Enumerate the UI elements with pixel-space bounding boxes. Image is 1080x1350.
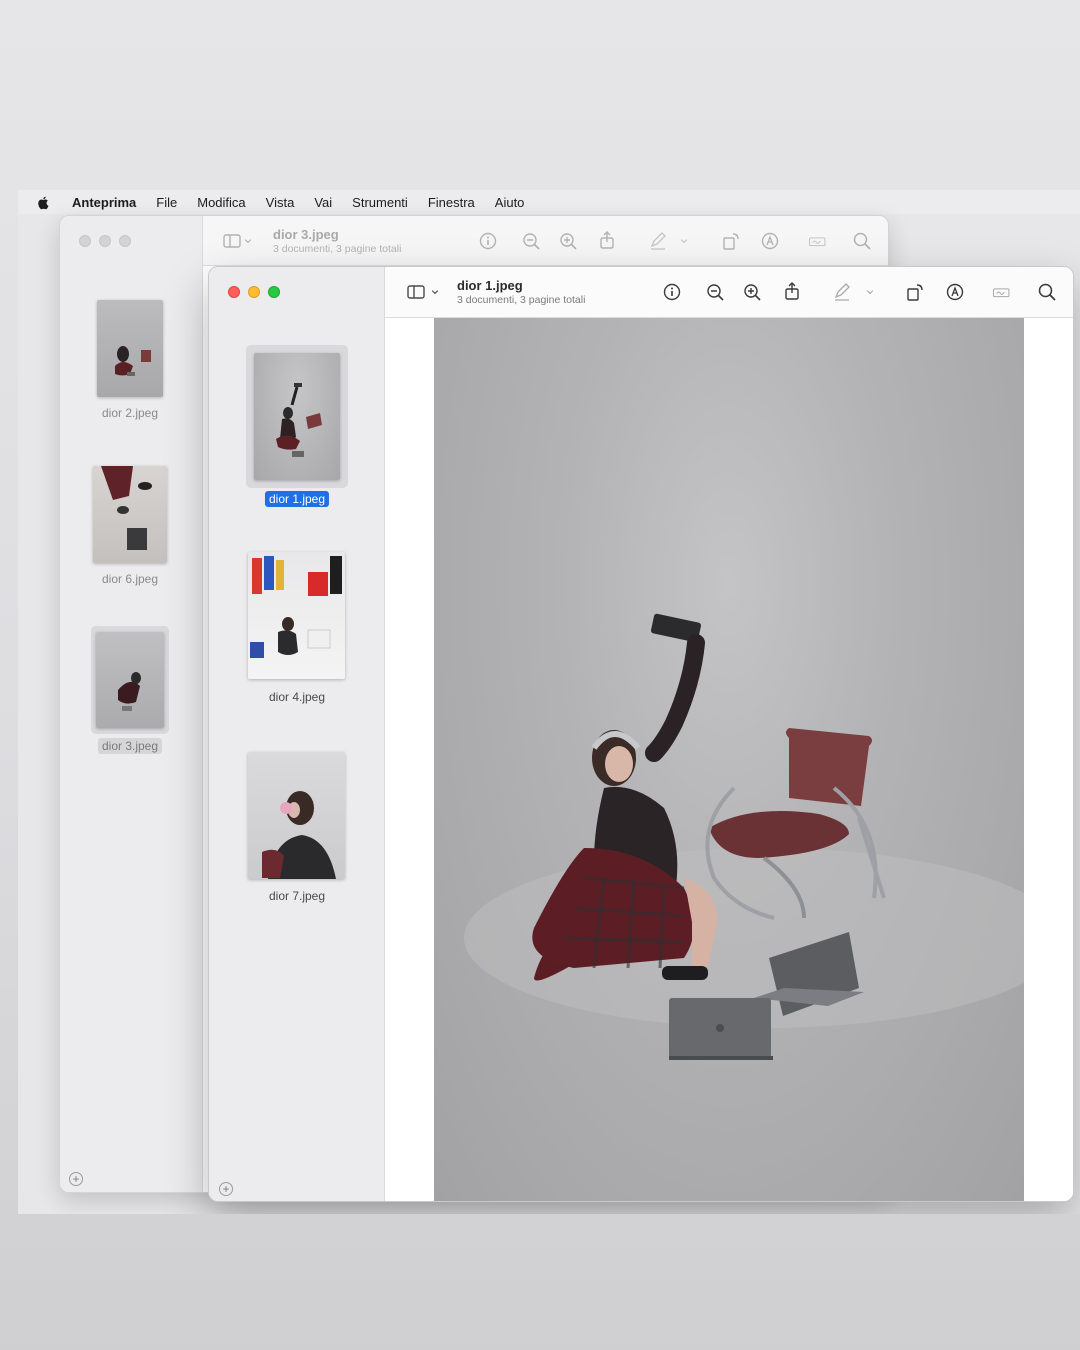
preview-window-front[interactable]: dior 1.jpeg dior 4.jpeg dior 7.jpeg + di… xyxy=(208,266,1074,1202)
chevron-down-icon[interactable] xyxy=(428,281,442,303)
sidebar-icon[interactable] xyxy=(405,281,427,303)
toolbar: dior 1.jpeg 3 documenti, 3 pagine totali xyxy=(385,267,1073,318)
zoom-in-icon[interactable] xyxy=(741,281,763,303)
menu-vai[interactable]: Vai xyxy=(314,195,332,210)
thumbnail-label[interactable]: dior 2.jpeg xyxy=(102,406,158,420)
sidebar-icon[interactable] xyxy=(221,230,243,252)
thumbnail-image[interactable] xyxy=(248,552,345,679)
add-page-button[interactable]: + xyxy=(219,1182,233,1196)
thumbnail-sidebar: dior 1.jpeg dior 4.jpeg dior 7.jpeg + xyxy=(209,267,385,1201)
thumbnail-image[interactable] xyxy=(96,632,164,728)
annotate-icon[interactable] xyxy=(759,230,781,252)
document-title: dior 3.jpeg xyxy=(273,227,339,242)
minimize-button[interactable] xyxy=(248,286,260,298)
thumbnail-figure-icon xyxy=(118,672,141,711)
signature-icon[interactable] xyxy=(989,281,1015,303)
menu-modifica[interactable]: Modifica xyxy=(197,195,245,210)
close-button[interactable] xyxy=(228,286,240,298)
search-icon[interactable] xyxy=(851,230,873,252)
thumbnail-image[interactable] xyxy=(93,466,167,563)
markup-pen-icon[interactable] xyxy=(647,230,669,252)
info-icon[interactable] xyxy=(661,281,683,303)
zoom-button[interactable] xyxy=(268,286,280,298)
menu-aiuto[interactable]: Aiuto xyxy=(495,195,525,210)
thumbnail-figure-icon xyxy=(101,466,152,550)
chevron-down-icon[interactable] xyxy=(863,281,877,303)
add-page-button[interactable]: + xyxy=(69,1172,83,1186)
menu-finestra[interactable]: Finestra xyxy=(428,195,475,210)
menu-vista[interactable]: Vista xyxy=(266,195,295,210)
window-controls xyxy=(228,286,280,298)
close-button[interactable] xyxy=(79,235,91,247)
markup-pen-icon[interactable] xyxy=(831,281,853,303)
thumbnail-figure-icon xyxy=(262,791,336,879)
desktop: Anteprima File Modifica Vista Vai Strume… xyxy=(18,190,1080,1214)
rotate-icon[interactable] xyxy=(720,230,742,252)
share-icon[interactable] xyxy=(781,280,803,302)
thumbnail-label[interactable]: dior 1.jpeg xyxy=(264,491,330,507)
zoom-button[interactable] xyxy=(119,235,131,247)
menu-app-name[interactable]: Anteprima xyxy=(72,195,136,210)
toolbar: dior 3.jpeg 3 documenti, 3 pagine totali xyxy=(203,216,888,266)
zoom-out-icon[interactable] xyxy=(520,230,542,252)
document-subtitle: 3 documenti, 3 pagine totali xyxy=(273,243,402,255)
apple-icon[interactable] xyxy=(36,194,52,210)
document-subtitle: 3 documenti, 3 pagine totali xyxy=(457,294,586,306)
document-view[interactable] xyxy=(385,318,1073,1201)
annotate-icon[interactable] xyxy=(944,281,966,303)
zoom-in-icon[interactable] xyxy=(557,230,579,252)
thumbnail-label[interactable]: dior 4.jpeg xyxy=(269,690,325,704)
rotate-icon[interactable] xyxy=(904,281,926,303)
share-icon[interactable] xyxy=(596,229,618,251)
zoom-out-icon[interactable] xyxy=(704,281,726,303)
thumbnail-image[interactable] xyxy=(248,752,345,879)
thumbnail-image[interactable] xyxy=(254,353,340,480)
photo-scene-illustration xyxy=(464,613,1024,1060)
minimize-button[interactable] xyxy=(99,235,111,247)
info-icon[interactable] xyxy=(477,230,499,252)
menu-bar: Anteprima File Modifica Vista Vai Strume… xyxy=(18,190,1080,214)
document-title: dior 1.jpeg xyxy=(457,278,523,293)
thumbnail-label[interactable]: dior 7.jpeg xyxy=(269,889,325,903)
thumbnail-image[interactable] xyxy=(97,300,163,397)
thumbnail-figure-icon xyxy=(115,346,151,376)
menu-file[interactable]: File xyxy=(156,195,177,210)
person-illustration xyxy=(532,613,718,981)
window-controls xyxy=(79,235,131,247)
chevron-down-icon[interactable] xyxy=(677,230,691,252)
thumbnail-sidebar: dior 2.jpeg dior 6.jpeg dior 3.jpeg + xyxy=(60,216,203,1192)
thumbnail-figure-icon xyxy=(250,556,342,658)
signature-icon[interactable] xyxy=(805,230,831,252)
thumbnail-label[interactable]: dior 3.jpeg xyxy=(97,738,163,754)
document-photo xyxy=(434,318,1024,1201)
thumbnail-figure-icon xyxy=(276,383,322,457)
chevron-down-icon[interactable] xyxy=(241,230,255,252)
thumbnail-label[interactable]: dior 6.jpeg xyxy=(102,572,158,586)
search-icon[interactable] xyxy=(1036,281,1058,303)
menu-strumenti[interactable]: Strumenti xyxy=(352,195,408,210)
